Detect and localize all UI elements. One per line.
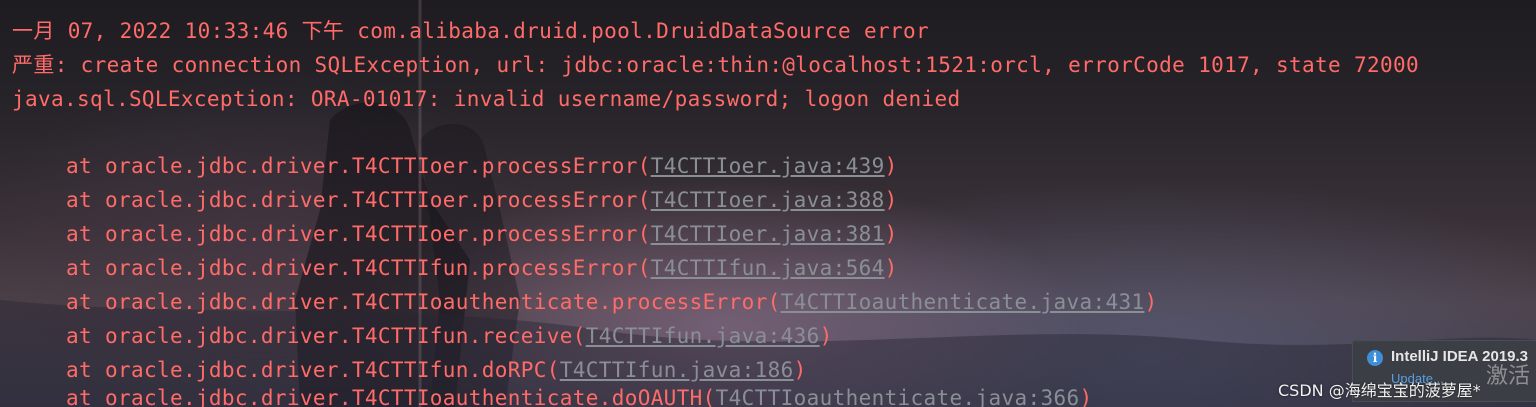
frame-method: at oracle.jdbc.driver.T4CTTIfun.processE… <box>66 256 651 280</box>
frame-method: at oracle.jdbc.driver.T4CTTIoer.processE… <box>66 154 651 178</box>
frame-method: at oracle.jdbc.driver.T4CTTIoauthenticat… <box>66 386 716 407</box>
stack-frame: at oracle.jdbc.driver.T4CTTIoauthenticat… <box>66 288 1157 316</box>
csdn-watermark: CSDN @海绵宝宝的菠萝屋* <box>1278 381 1481 400</box>
frame-close: ) <box>819 324 833 348</box>
frame-close: ) <box>884 222 898 246</box>
stack-frame: at oracle.jdbc.driver.T4CTTIoer.processE… <box>66 152 898 180</box>
frame-method: at oracle.jdbc.driver.T4CTTIfun.doRPC( <box>66 358 560 382</box>
frame-close: ) <box>793 358 807 382</box>
run-console[interactable]: 一月 07, 2022 10:33:46 下午 com.alibaba.drui… <box>0 0 1536 407</box>
exception-line: java.sql.SQLException: ORA-01017: invali… <box>12 87 961 111</box>
stack-frame: at oracle.jdbc.driver.T4CTTIoer.processE… <box>66 220 898 248</box>
frame-method: at oracle.jdbc.driver.T4CTTIoauthenticat… <box>66 290 781 314</box>
frame-close: ) <box>884 154 898 178</box>
source-link[interactable]: T4CTTIoauthenticate.java:431 <box>781 290 1145 314</box>
stack-frame: at oracle.jdbc.driver.T4CTTIfun.processE… <box>66 254 898 282</box>
log-severity-line: 严重: create connection SQLException, url:… <box>12 53 1419 77</box>
frame-close: ) <box>1144 290 1158 314</box>
source-link[interactable]: T4CTTIoer.java:439 <box>651 154 885 178</box>
activate-windows-hint: 激活 <box>1486 364 1531 389</box>
frame-method: at oracle.jdbc.driver.T4CTTIoer.processE… <box>66 222 651 246</box>
stack-frame: at oracle.jdbc.driver.T4CTTIfun.receive(… <box>66 322 833 350</box>
source-link[interactable]: T4CTTIfun.java:436 <box>586 324 820 348</box>
info-icon: i <box>1367 350 1383 366</box>
stack-frame: at oracle.jdbc.driver.T4CTTIoauthenticat… <box>66 384 1092 407</box>
source-link[interactable]: T4CTTIoauthenticate.java:366 <box>716 386 1080 407</box>
frame-method: at oracle.jdbc.driver.T4CTTIoer.processE… <box>66 188 651 212</box>
source-link[interactable]: T4CTTIoer.java:388 <box>651 188 885 212</box>
frame-close: ) <box>884 188 898 212</box>
frame-method: at oracle.jdbc.driver.T4CTTIfun.receive( <box>66 324 586 348</box>
source-link[interactable]: T4CTTIfun.java:564 <box>651 256 885 280</box>
frame-close: ) <box>1079 386 1093 407</box>
source-link[interactable]: T4CTTIfun.java:186 <box>560 358 794 382</box>
source-link[interactable]: T4CTTIoer.java:381 <box>651 222 885 246</box>
frame-close: ) <box>884 256 898 280</box>
stack-frame: at oracle.jdbc.driver.T4CTTIfun.doRPC(T4… <box>66 356 807 384</box>
log-header-line: 一月 07, 2022 10:33:46 下午 com.alibaba.drui… <box>12 19 929 43</box>
stack-frame: at oracle.jdbc.driver.T4CTTIoer.processE… <box>66 186 898 214</box>
